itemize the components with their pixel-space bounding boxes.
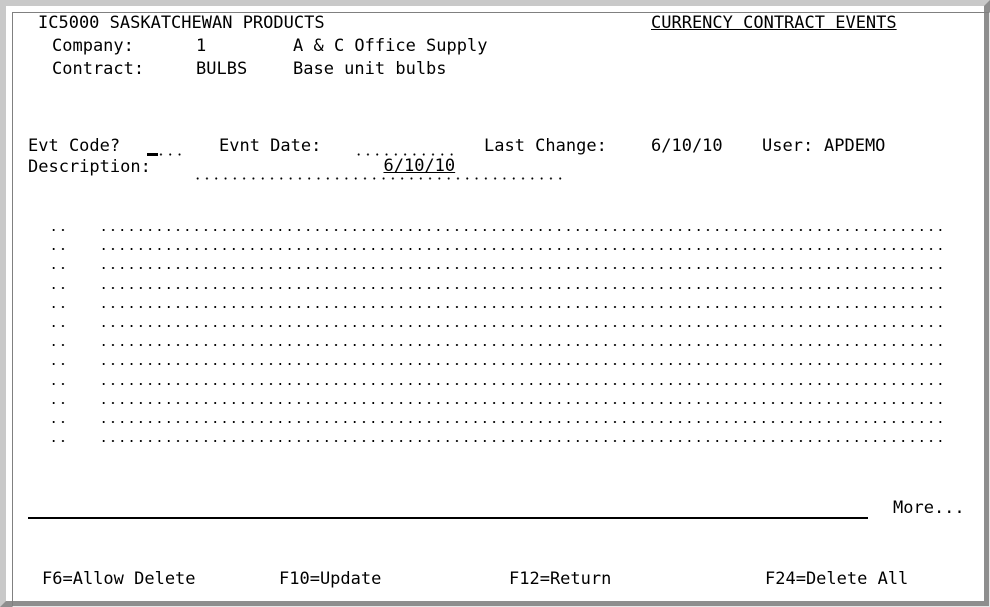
user-value: APDEMO bbox=[824, 136, 886, 156]
evnt-date-label: Evnt Date: bbox=[219, 136, 322, 156]
contract-value: BULBS bbox=[196, 59, 248, 79]
f10-update-key[interactable]: F10=Update bbox=[279, 569, 381, 589]
company-label: Company: bbox=[52, 36, 134, 56]
event-line-text-input[interactable] bbox=[99, 228, 947, 232]
evnt-date-input[interactable]: 6/10/10 bbox=[354, 136, 455, 176]
event-line-text-input[interactable] bbox=[99, 401, 947, 405]
company-value: 1 bbox=[196, 36, 207, 56]
event-line-seq-input[interactable] bbox=[49, 266, 69, 270]
event-line-seq-input[interactable] bbox=[49, 382, 69, 386]
event-line-text-input[interactable] bbox=[99, 266, 947, 270]
user-label: User: bbox=[762, 136, 814, 156]
event-line-text-input[interactable] bbox=[99, 324, 947, 328]
event-line-text-input[interactable] bbox=[99, 343, 947, 347]
event-line-seq-input[interactable] bbox=[49, 228, 69, 232]
event-line-text-input[interactable] bbox=[99, 420, 947, 424]
event-line-text-input[interactable] bbox=[99, 362, 947, 366]
terminal-window bbox=[0, 0, 990, 607]
event-line-seq-input[interactable] bbox=[49, 343, 69, 347]
event-line-text-input[interactable] bbox=[99, 305, 947, 309]
company-name: A & C Office Supply bbox=[293, 36, 488, 56]
event-line-text-input[interactable] bbox=[99, 247, 947, 251]
f6-allow-delete-key[interactable]: F6=Allow Delete bbox=[42, 569, 196, 589]
program-title: IC5000 SASKATCHEWAN PRODUCTS bbox=[38, 13, 325, 33]
event-line-seq-input[interactable] bbox=[49, 247, 69, 251]
event-line-seq-input[interactable] bbox=[49, 401, 69, 405]
event-line-seq-input[interactable] bbox=[49, 420, 69, 424]
event-line-text-input[interactable] bbox=[99, 382, 947, 386]
contract-label: Contract: bbox=[52, 59, 145, 79]
event-line-seq-input[interactable] bbox=[49, 286, 69, 290]
event-line-seq-input[interactable] bbox=[49, 305, 69, 309]
more-indicator: More... bbox=[893, 498, 965, 518]
description-input[interactable] bbox=[193, 160, 565, 180]
f24-delete-all-key[interactable]: F24=Delete All bbox=[765, 569, 908, 589]
f12-return-key[interactable]: F12=Return bbox=[509, 569, 611, 589]
evt-code-input[interactable] bbox=[147, 136, 185, 156]
event-line-seq-input[interactable] bbox=[49, 324, 69, 328]
evt-code-label: Evt Code? bbox=[28, 136, 121, 156]
last-change-value: 6/10/10 bbox=[651, 136, 723, 156]
event-line-seq-input[interactable] bbox=[49, 362, 69, 366]
contract-description: Base unit bulbs bbox=[293, 59, 447, 79]
screen-title: CURRENCY CONTRACT EVENTS bbox=[651, 13, 897, 33]
last-change-label: Last Change: bbox=[484, 136, 607, 156]
description-label: Description: bbox=[28, 157, 151, 177]
event-line-seq-input[interactable] bbox=[49, 439, 69, 443]
event-line-text-input[interactable] bbox=[99, 286, 947, 290]
event-line-text-input[interactable] bbox=[99, 439, 947, 443]
separator-line bbox=[28, 517, 868, 519]
